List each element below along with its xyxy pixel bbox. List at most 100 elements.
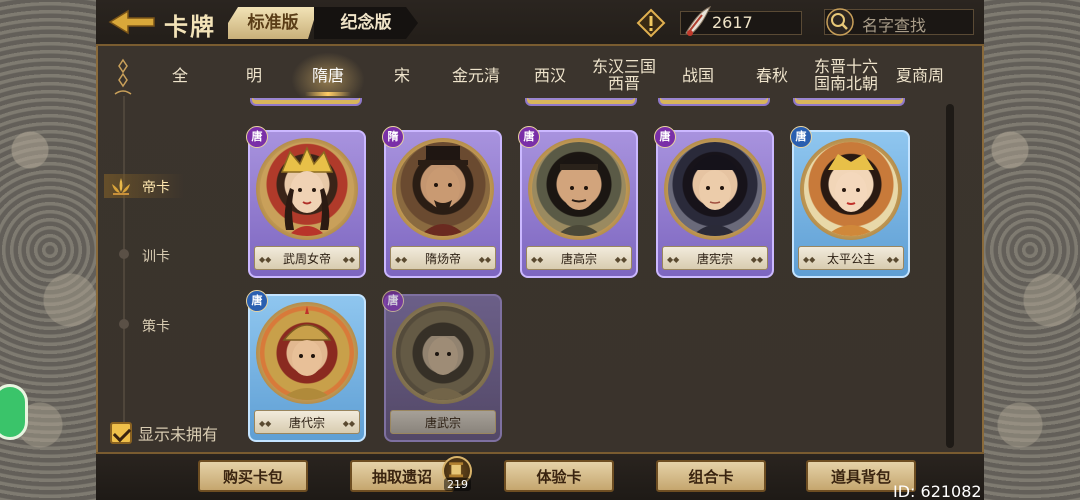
side-nav-dot: [119, 249, 129, 259]
buy-card-pack-button[interactable]: 购买卡包: [198, 460, 308, 492]
portrait-sui-yangdi: [396, 142, 490, 236]
portrait-frame: [528, 138, 630, 240]
show-unowned-label: 显示未拥有: [138, 425, 219, 444]
ornament-icon: ◆◆: [395, 255, 408, 264]
back-button[interactable]: [108, 9, 156, 35]
back-arrow-icon: [108, 9, 155, 35]
card-name: 唐宪宗: [696, 251, 733, 266]
ornament-icon: ◆◆: [478, 255, 491, 264]
card-name-plate: 唐武宗: [390, 410, 496, 434]
show-unowned-toggle[interactable]: 显示未拥有: [110, 421, 218, 445]
card-name: 唐武宗: [424, 415, 461, 430]
card-peek[interactable]: [250, 98, 362, 106]
side-nav-training-cards[interactable]: 训卡: [142, 246, 222, 266]
dragon-decoration-right: [980, 0, 1080, 500]
portrait-frame: [664, 138, 766, 240]
portrait-frame: [256, 302, 358, 404]
card-name-plate: ◆◆ 太平公主 ◆◆: [798, 246, 904, 270]
dynasty-badge: 唐: [246, 126, 268, 148]
ornament-icon: ◆◆: [667, 255, 680, 264]
portrait-frame: [800, 138, 902, 240]
card-name-plate: ◆◆ 隋炀帝 ◆◆: [390, 246, 496, 270]
ornament-icon: ◆◆: [259, 419, 272, 428]
warning-icon[interactable]: [636, 8, 666, 38]
card-taiping-gongzhu[interactable]: 唐 ◆◆ 太平公主 ◆◆: [790, 126, 910, 278]
card-name-plate: ◆◆ 武周女帝 ◆◆: [254, 246, 360, 270]
portrait-frame: [392, 138, 494, 240]
tab-dynasty-xiashangzhou[interactable]: 夏商周: [883, 52, 957, 98]
card-tang-gaozong[interactable]: 唐 ◆◆ 唐高宗 ◆◆: [518, 126, 638, 278]
ornament-icon: ◆◆: [342, 255, 355, 264]
portrait-frame: [392, 302, 494, 404]
portrait-frame: [256, 138, 358, 240]
draw-edict-button[interactable]: 抽取遗诏: [350, 460, 454, 492]
tab-dynasty-song[interactable]: 宋: [365, 52, 439, 98]
card-tang-xianzong[interactable]: 唐 ◆◆ 唐宪宗 ◆◆: [654, 126, 774, 278]
card-name-plate: ◆◆ 唐宪宗 ◆◆: [662, 246, 768, 270]
dynasty-badge: 唐: [790, 126, 812, 148]
portrait-tang-gaozong: [532, 142, 626, 236]
side-nav-emperor-cards[interactable]: 帝卡: [142, 177, 222, 197]
draw-count: 219: [444, 478, 471, 491]
tab-dynasty-suitang[interactable]: 隋唐: [291, 52, 365, 98]
edition-tabs: 标准版 纪念版: [228, 7, 418, 39]
card-name: 武周女帝: [282, 251, 331, 266]
card-name-plate: ◆◆ 唐高宗 ◆◆: [526, 246, 632, 270]
dynasty-badge: 隋: [382, 126, 404, 148]
currency-value: 2617: [712, 13, 753, 32]
card-wuzhou-nvdi[interactable]: 唐 ◆◆ 武周女帝 ◆◆: [246, 126, 366, 278]
dynasty-badge: 唐: [518, 126, 540, 148]
lotus-icon: [108, 176, 134, 196]
card-peek[interactable]: [525, 98, 637, 106]
ornament-icon: ◆◆: [531, 255, 544, 264]
card-tang-daizong[interactable]: 唐 ◆◆ 唐代宗 ◆◆: [246, 290, 366, 442]
side-nav-strategy-cards[interactable]: 策卡: [142, 316, 222, 336]
show-unowned-checkbox[interactable]: [110, 422, 132, 444]
portrait-tang-wuzong: [396, 306, 490, 400]
tab-dynasty-dongjin[interactable]: 东晋十六 国南北朝: [809, 52, 883, 98]
user-id: ID: 621082: [893, 482, 982, 500]
ornament-icon: ◆◆: [259, 255, 272, 264]
ornament-icon: ◆◆: [886, 255, 899, 264]
ornament-icon: [112, 58, 134, 100]
card-peek[interactable]: [793, 98, 905, 106]
ornament-icon: ◆◆: [342, 419, 355, 428]
tab-dynasty-donghan[interactable]: 东汉三国 西晋: [587, 52, 661, 98]
tab-commemorative-edition[interactable]: 纪念版: [314, 7, 418, 39]
trial-card-button[interactable]: 体验卡: [504, 460, 614, 492]
tab-dynasty-xihan[interactable]: 西汉: [513, 52, 587, 98]
tab-dynasty-zhanguo[interactable]: 战国: [661, 52, 735, 98]
portrait-wuzhou: [260, 142, 354, 236]
side-nav-dot: [119, 319, 129, 329]
dynasty-tabs: 全 明 隋唐 宋 金元清 西汉 东汉三国 西晋 战国 春秋 东晋十六 国南北朝 …: [140, 52, 960, 98]
feather-token-icon: [682, 3, 712, 39]
card-name-plate: ◆◆ 唐代宗 ◆◆: [254, 410, 360, 434]
portrait-tang-xianzong: [668, 142, 762, 236]
card-name: 隋炀帝: [424, 251, 461, 266]
card-name: 太平公主: [826, 251, 875, 266]
page-title: 卡牌: [164, 13, 216, 41]
combo-card-button[interactable]: 组合卡: [656, 460, 766, 492]
card-grid-scrollbar[interactable]: [946, 104, 954, 448]
search-placeholder: 名字查找: [862, 16, 927, 35]
ornament-icon: ◆◆: [803, 255, 816, 264]
tab-dynasty-all[interactable]: 全: [143, 52, 217, 98]
floating-event-badge[interactable]: [0, 384, 28, 440]
card-peek[interactable]: [658, 98, 770, 106]
portrait-tang-daizong: [260, 306, 354, 400]
ornament-icon: ◆◆: [750, 255, 763, 264]
tab-dynasty-chunqiu[interactable]: 春秋: [735, 52, 809, 98]
tab-dynasty-ming[interactable]: 明: [217, 52, 291, 98]
portrait-taiping-gongzhu: [804, 142, 898, 236]
ornament-icon: ◆◆: [614, 255, 627, 264]
tab-standard-edition[interactable]: 标准版: [228, 7, 318, 39]
card-tang-wuzong[interactable]: 唐 唐武宗: [382, 290, 502, 442]
card-grid: 唐 ◆◆ 武周女帝 ◆◆ 隋 ◆◆ 隋炀帝 ◆◆ 唐 ◆◆ 唐高宗 ◆◆ 唐 ◆…: [240, 98, 940, 444]
card-sui-yangdi[interactable]: 隋 ◆◆ 隋炀帝 ◆◆: [382, 126, 502, 278]
side-nav-line: [123, 96, 125, 426]
tab-dynasty-jinyuanqing[interactable]: 金元清: [439, 52, 513, 98]
search-icon[interactable]: [826, 8, 854, 36]
card-name: 唐高宗: [560, 251, 597, 266]
dynasty-badge: 唐: [382, 290, 404, 312]
card-name: 唐代宗: [288, 415, 325, 430]
